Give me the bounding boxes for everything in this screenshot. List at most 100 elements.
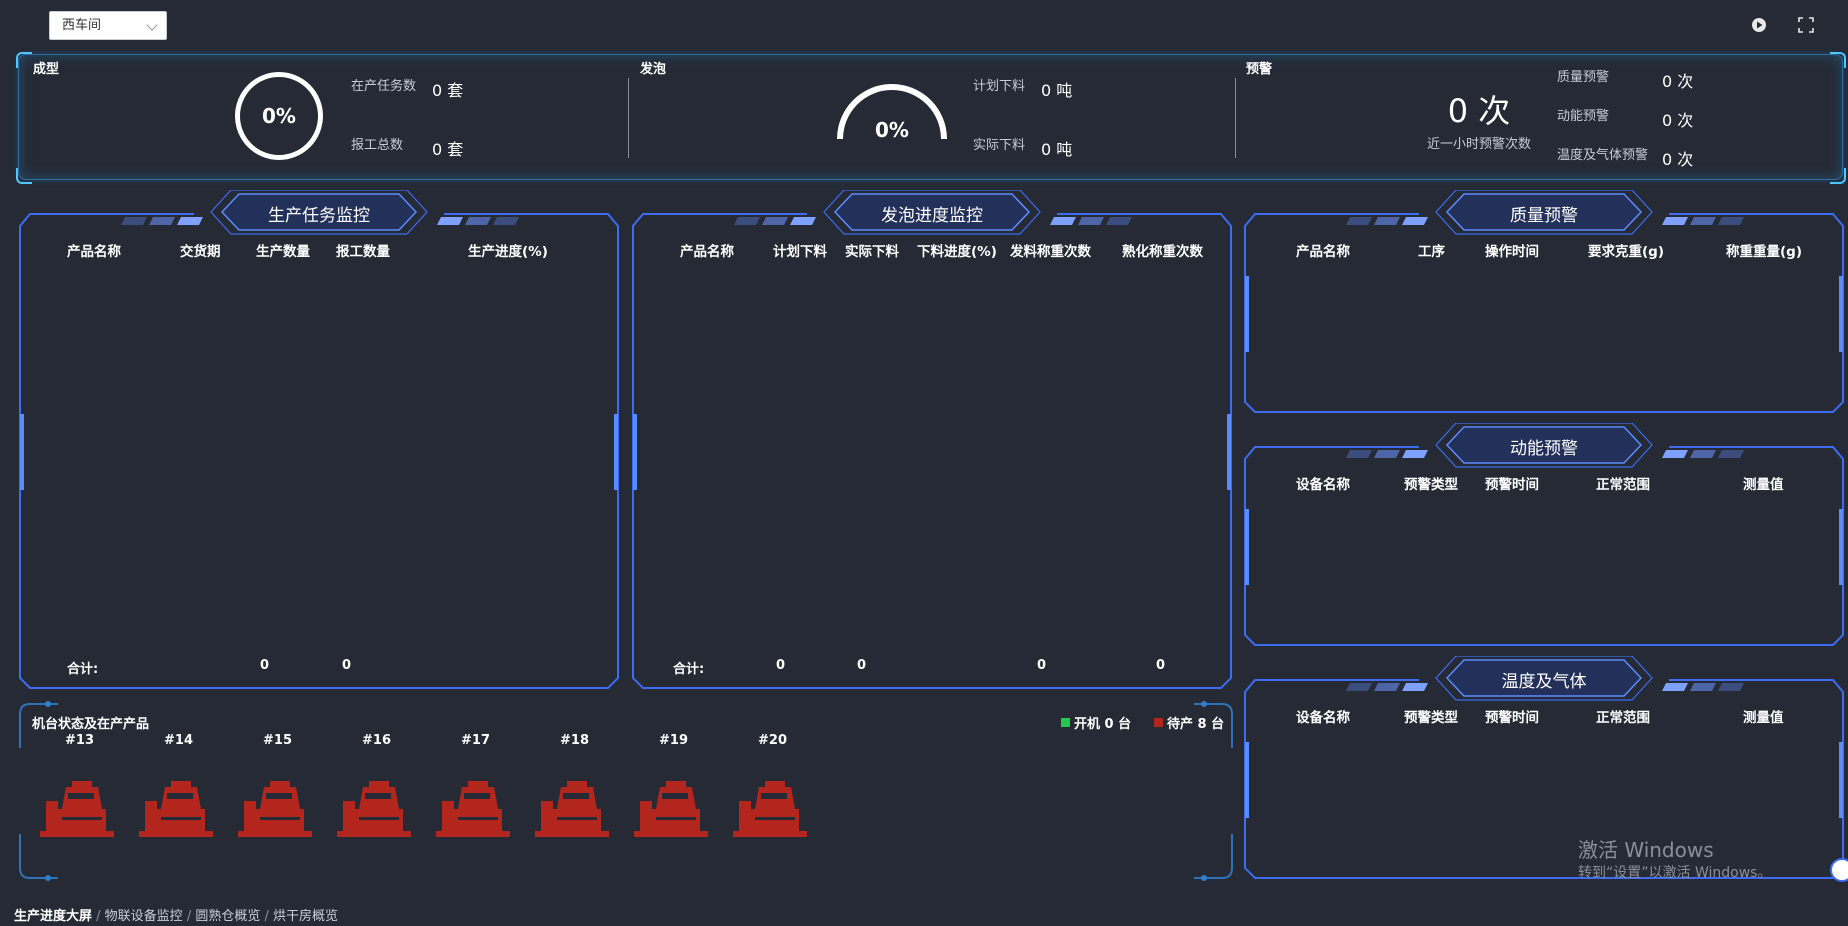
- column-header: 熟化称重次数: [1122, 244, 1203, 260]
- play-circle-icon[interactable]: [1750, 16, 1768, 34]
- machine-icon[interactable]: [337, 779, 411, 837]
- divider: [1235, 78, 1236, 158]
- foaming-monitor-panel: 发泡进度监控: [631, 190, 1233, 690]
- quality-warning-label: 质量预警: [1557, 70, 1610, 85]
- forming-title: 成型: [33, 62, 60, 77]
- breadcrumb-separator: /: [264, 909, 274, 924]
- breadcrumb-item[interactable]: 烘干房概览: [273, 909, 338, 924]
- total-report: 0: [342, 658, 352, 673]
- total-quantity: 0: [260, 658, 270, 673]
- column-header: 称重重量(g): [1726, 244, 1803, 260]
- warning-title: 预警: [1246, 62, 1273, 77]
- activation-watermark-title: 激活 Windows: [1578, 838, 1714, 862]
- breadcrumb-item[interactable]: 圆熟仓概览: [195, 909, 260, 924]
- column-header: 预警类型: [1404, 477, 1458, 493]
- machine-icon[interactable]: [40, 779, 114, 837]
- corner-decoration: [16, 52, 32, 68]
- machine-label: #17: [461, 733, 490, 748]
- warning-hour-count: 0 次: [1447, 92, 1511, 130]
- foaming-planned-label: 计划下料: [973, 79, 1026, 94]
- machine-label: #13: [65, 733, 94, 748]
- corner-decoration: [1830, 168, 1846, 184]
- energy-warning-value: 0 次: [1662, 111, 1694, 130]
- total-plan: 0: [776, 658, 786, 673]
- column-header: 测量值: [1743, 477, 1784, 493]
- forming-reports-label: 报工总数: [351, 138, 404, 153]
- column-header: 设备名称: [1296, 710, 1350, 726]
- panel-title: 生产任务监控: [268, 206, 370, 226]
- breadcrumb-item[interactable]: 生产进度大屏: [14, 909, 92, 924]
- column-header: 要求克重(g): [1588, 244, 1665, 260]
- fullscreen-icon[interactable]: [1797, 16, 1815, 34]
- column-header: 计划下料: [773, 244, 827, 260]
- warning-hour-label: 近一小时预警次数: [1426, 137, 1531, 152]
- panel-title: 温度及气体: [1501, 672, 1587, 692]
- foaming-title: 发泡: [640, 62, 667, 77]
- workshop-select-value: 西车间: [62, 18, 102, 33]
- temp-warning-label: 温度及气体预警: [1557, 148, 1649, 163]
- production-monitor-panel: 生产任务监控: [18, 190, 620, 690]
- total-label: 合计:: [673, 662, 705, 677]
- energy-warning-label: 动能预警: [1557, 109, 1610, 124]
- column-header: 产品名称: [1296, 244, 1350, 260]
- column-header: 生产进度(%): [468, 244, 548, 260]
- panel-title: 质量预警: [1510, 206, 1578, 226]
- breadcrumb-item[interactable]: 物联设备监控: [105, 909, 183, 924]
- temperature-gas-panel: 温度及气体: [1243, 656, 1845, 880]
- foaming-actual-value: 0 吨: [1041, 140, 1073, 159]
- temp-warning-value: 0 次: [1662, 150, 1694, 169]
- machine-label: #14: [164, 733, 193, 748]
- total-actual: 0: [857, 658, 867, 673]
- machine-icon[interactable]: [436, 779, 510, 837]
- legend-idle: 待产 8 台: [1167, 717, 1225, 732]
- legend-running: 开机 0 台: [1074, 717, 1132, 732]
- machine-status-title: 机台状态及在产产品: [32, 717, 150, 732]
- column-header: 产品名称: [680, 244, 734, 260]
- column-header: 预警时间: [1485, 710, 1539, 726]
- column-header: 正常范围: [1596, 710, 1650, 726]
- workshop-select[interactable]: 西车间: [49, 11, 167, 40]
- machine-label: #20: [758, 733, 787, 748]
- machine-label: #19: [659, 733, 688, 748]
- forming-reports-value: 0 套: [432, 140, 464, 159]
- divider: [628, 78, 629, 158]
- machine-icon[interactable]: [238, 779, 312, 837]
- quality-warning-panel: 质量预警: [1243, 190, 1845, 414]
- machine-label: #15: [263, 733, 292, 748]
- forming-progress-text: 0%: [262, 104, 296, 128]
- breadcrumb: 生产进度大屏 / 物联设备监控 / 圆熟仓概览 / 烘干房概览: [14, 905, 338, 924]
- forming-tasks-value: 0 套: [432, 81, 464, 100]
- column-header: 预警类型: [1404, 710, 1458, 726]
- column-header: 测量值: [1743, 710, 1784, 726]
- column-header: 操作时间: [1485, 244, 1539, 260]
- corner-decoration: [16, 168, 32, 184]
- corner-decoration: [1830, 52, 1846, 68]
- machine-icon[interactable]: [634, 779, 708, 837]
- machine-label: #16: [362, 733, 391, 748]
- column-header: 交货期: [180, 244, 221, 260]
- machine-icon[interactable]: [733, 779, 807, 837]
- legend-running-swatch: [1061, 718, 1070, 727]
- energy-warning-panel: 动能预警: [1243, 423, 1845, 647]
- foaming-actual-label: 实际下料: [973, 138, 1026, 153]
- panel-title: 动能预警: [1510, 439, 1578, 459]
- column-header: 下料进度(%): [917, 244, 997, 260]
- machine-label: #18: [560, 733, 589, 748]
- panel-title: 发泡进度监控: [881, 206, 983, 226]
- column-header: 产品名称: [67, 244, 121, 260]
- machine-icon[interactable]: [139, 779, 213, 837]
- column-header: 报工数量: [336, 244, 390, 260]
- panel-frame: [632, 190, 1232, 689]
- forming-tasks-label: 在产任务数: [351, 79, 417, 94]
- column-header: 生产数量: [256, 244, 310, 260]
- panel-frame: [19, 190, 619, 689]
- quality-warning-value: 0 次: [1662, 72, 1694, 91]
- foaming-planned-value: 0 吨: [1041, 81, 1073, 100]
- chevron-down-icon: [146, 19, 158, 31]
- total-label: 合计:: [67, 662, 99, 677]
- foaming-progress-text: 0%: [875, 118, 909, 142]
- total-cure-weigh: 0: [1156, 658, 1166, 673]
- column-header: 实际下料: [845, 244, 899, 260]
- machine-icon[interactable]: [535, 779, 609, 837]
- assistant-float-icon[interactable]: [1830, 858, 1848, 882]
